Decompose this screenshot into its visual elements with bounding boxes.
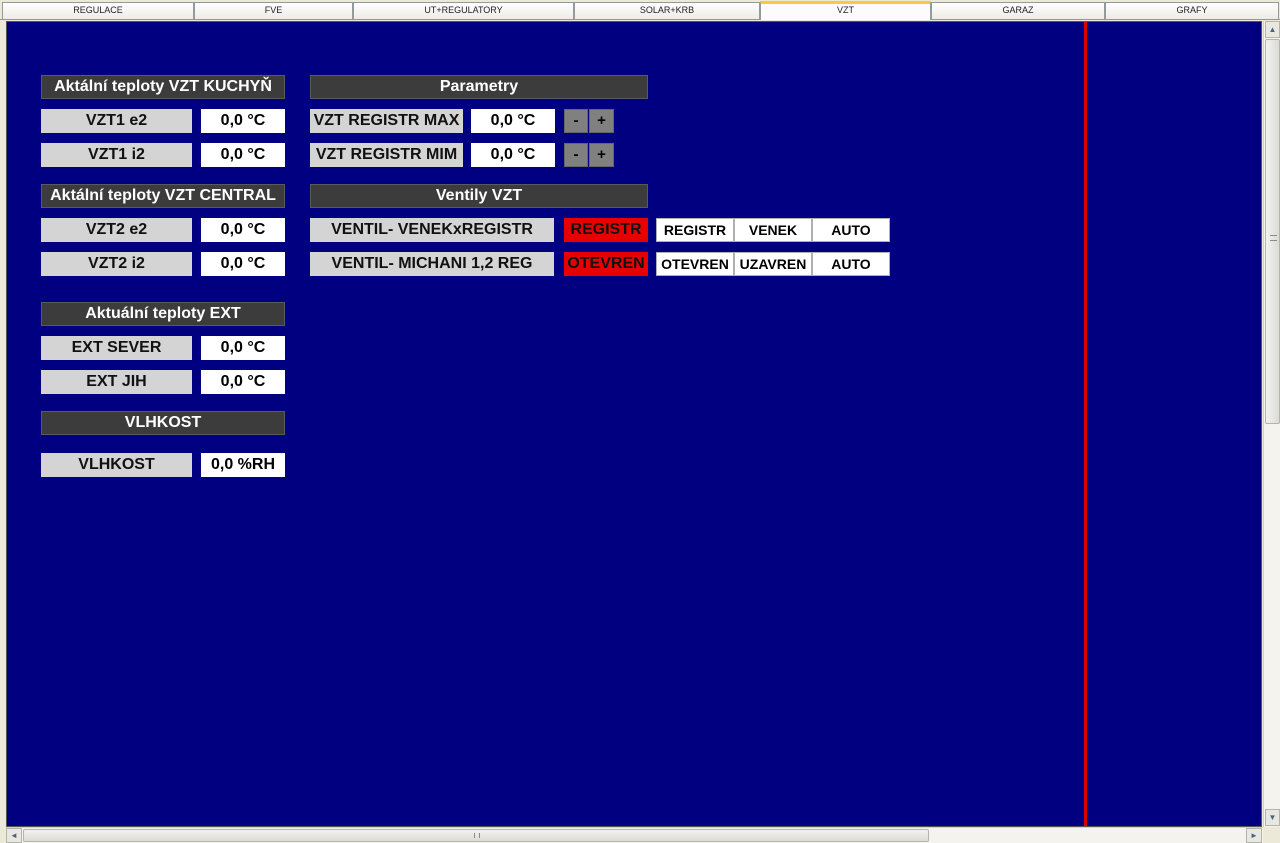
tab-ut-regulatory[interactable]: UT+REGULATORY	[353, 2, 574, 19]
grip-icon	[474, 833, 480, 838]
ext-sever-value: 0,0 °C	[201, 336, 285, 360]
horizontal-scrollbar[interactable]: ◄ ►	[6, 827, 1263, 843]
ventil-michani-option-otevren[interactable]: OTEVREN	[656, 252, 734, 276]
ventil-michani-option-auto[interactable]: AUTO	[812, 252, 890, 276]
scroll-down-icon[interactable]: ▼	[1265, 809, 1280, 826]
ext-jih-value: 0,0 °C	[201, 370, 285, 394]
scroll-up-icon[interactable]: ▲	[1265, 21, 1280, 38]
parametry-header: Parametry	[310, 75, 648, 99]
scrollbar-corner	[1263, 827, 1280, 843]
ext-sever-label: EXT SEVER	[41, 336, 192, 360]
vzt2-e2-label: VZT2 e2	[41, 218, 192, 242]
vzt2-e2-value: 0,0 °C	[201, 218, 285, 242]
ventil-venek-registr-option-registr[interactable]: REGISTR	[656, 218, 734, 242]
registr-max-label: VZT REGISTR MAX	[310, 109, 463, 133]
tab-fve[interactable]: FVE	[194, 2, 353, 19]
tab-bar: REGULACE FVE UT+REGULATORY SOLAR+KRB VZT…	[0, 0, 1280, 20]
tab-vzt[interactable]: VZT	[760, 1, 931, 20]
vlhkost-value: 0,0 %RH	[201, 453, 285, 477]
tab-garaz[interactable]: GARAZ	[931, 2, 1105, 19]
vzt1-e2-label: VZT1 e2	[41, 109, 192, 133]
scroll-left-icon[interactable]: ◄	[6, 828, 22, 843]
registr-max-minus-button[interactable]: -	[564, 109, 588, 133]
ventil-venek-registr-status: REGISTR	[564, 218, 648, 242]
registr-mim-minus-button[interactable]: -	[564, 143, 588, 167]
divider-line	[1084, 22, 1087, 826]
vzt-panel: Aktální teploty VZT KUCHYŇ VZT1 e2 0,0 °…	[6, 21, 1262, 827]
vlhkost-header: VLHKOST	[41, 411, 285, 435]
vertical-scroll-thumb[interactable]	[1265, 39, 1280, 424]
vzt2-i2-label: VZT2 i2	[41, 252, 192, 276]
tab-solar-krb[interactable]: SOLAR+KRB	[574, 2, 760, 19]
registr-max-value: 0,0 °C	[471, 109, 555, 133]
kuchyn-header: Aktální teploty VZT KUCHYŇ	[41, 75, 285, 99]
registr-mim-label: VZT REGISTR MIM	[310, 143, 463, 167]
vlhkost-label: VLHKOST	[41, 453, 192, 477]
ext-header: Aktuální teploty EXT	[41, 302, 285, 326]
tab-regulace[interactable]: REGULACE	[2, 2, 194, 19]
ext-jih-label: EXT JIH	[41, 370, 192, 394]
vzt1-i2-value: 0,0 °C	[201, 143, 285, 167]
vertical-scrollbar[interactable]: ▲ ▼	[1263, 21, 1280, 827]
ventil-venek-registr-label: VENTIL- VENEKxREGISTR	[310, 218, 554, 242]
registr-mim-value: 0,0 °C	[471, 143, 555, 167]
ventil-venek-registr-option-auto[interactable]: AUTO	[812, 218, 890, 242]
horizontal-scroll-thumb[interactable]	[23, 829, 929, 842]
vzt1-i2-label: VZT1 i2	[41, 143, 192, 167]
ventil-michani-option-uzavren[interactable]: UZAVREN	[734, 252, 812, 276]
registr-mim-plus-button[interactable]: +	[589, 143, 614, 167]
ventil-michani-status: OTEVREN	[564, 252, 648, 276]
registr-max-plus-button[interactable]: +	[589, 109, 614, 133]
grip-icon	[1270, 235, 1277, 241]
ventil-michani-label: VENTIL- MICHANI 1,2 REG	[310, 252, 554, 276]
scroll-right-icon[interactable]: ►	[1246, 828, 1262, 843]
vzt2-i2-value: 0,0 °C	[201, 252, 285, 276]
ventily-header: Ventily VZT	[310, 184, 648, 208]
central-header: Aktální teploty VZT CENTRAL	[41, 184, 285, 208]
ventil-venek-registr-option-venek[interactable]: VENEK	[734, 218, 812, 242]
tab-grafy[interactable]: GRAFY	[1105, 2, 1279, 19]
vzt1-e2-value: 0,0 °C	[201, 109, 285, 133]
